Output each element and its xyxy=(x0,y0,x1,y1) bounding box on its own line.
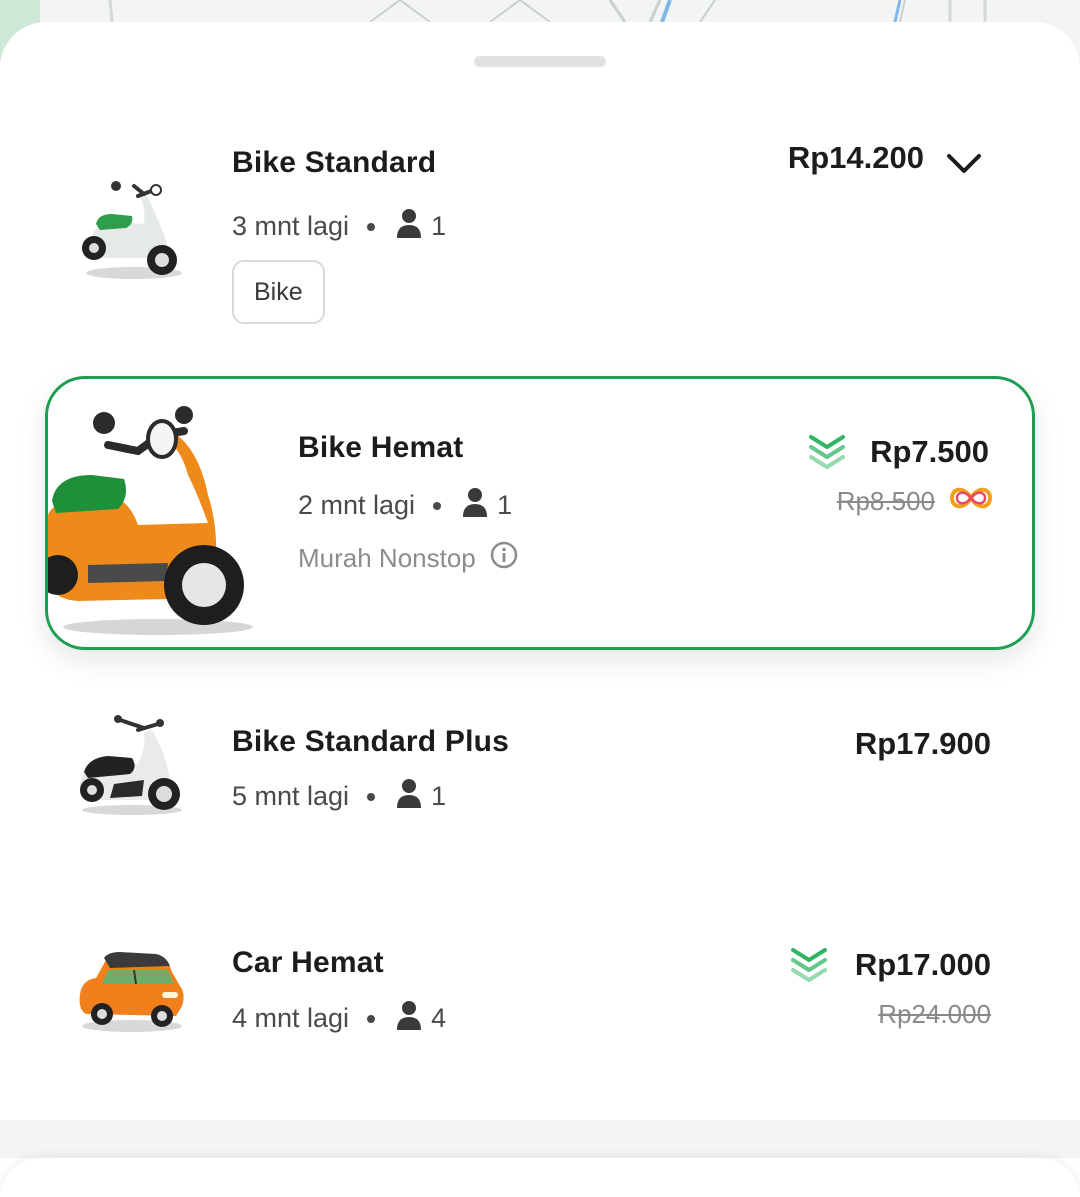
original-price: Rp8.500 xyxy=(836,486,935,516)
seat-count: 1 xyxy=(497,490,513,520)
person-icon xyxy=(397,1000,422,1037)
service-row-car-hemat[interactable]: Car Hemat 4 mnt lagi 4 Rp17.000 Rp24.000 xyxy=(0,920,1080,1090)
service-row-bike-standard[interactable]: Bike Standard 3 mnt lagi 1 Bike Rp14.200 xyxy=(0,120,1080,340)
promo-note-text: Murah Nonstop xyxy=(298,543,476,573)
service-row-bike-standard-plus[interactable]: Bike Standard Plus 5 mnt lagi 1 Rp17.900 xyxy=(0,700,1080,870)
service-meta: 3 mnt lagi 1 xyxy=(232,208,446,245)
service-meta: 5 mnt lagi 1 xyxy=(232,778,446,815)
person-icon xyxy=(397,778,422,815)
person-icon xyxy=(397,208,422,245)
service-price: Rp14.200 xyxy=(787,140,924,175)
bottom-action-panel xyxy=(0,1158,1080,1197)
maxi-scooter-icon xyxy=(74,714,189,823)
separator-dot xyxy=(367,222,376,231)
service-meta: 4 mnt lagi 4 xyxy=(232,1000,446,1037)
eta-text: 4 mnt lagi xyxy=(232,1003,350,1033)
service-meta: 2 mnt lagi 1 xyxy=(298,487,512,524)
eta-text: 3 mnt lagi xyxy=(232,211,350,241)
discount-chevrons-icon xyxy=(790,946,828,987)
subscription-loop-icon xyxy=(949,484,993,517)
discount-chevrons-icon xyxy=(808,433,846,474)
service-name: Car Hemat xyxy=(232,946,384,979)
service-name: Bike Standard Plus xyxy=(232,725,510,758)
separator-dot xyxy=(433,501,442,510)
separator-dot xyxy=(367,1014,376,1023)
service-price: Rp17.000 xyxy=(854,947,991,982)
chevron-down-icon[interactable] xyxy=(946,152,982,181)
seat-count: 1 xyxy=(431,211,447,241)
service-price: Rp17.900 xyxy=(854,726,991,761)
original-price: Rp24.000 xyxy=(878,999,991,1029)
service-name: Bike Standard xyxy=(232,146,437,179)
sheet-drag-handle[interactable] xyxy=(474,56,606,67)
seat-count: 1 xyxy=(431,781,447,811)
sheet-divider xyxy=(0,1120,1080,1158)
person-icon xyxy=(463,487,488,524)
scooter-orange-icon xyxy=(38,405,253,642)
eta-text: 2 mnt lagi xyxy=(298,490,416,520)
eta-text: 5 mnt lagi xyxy=(232,781,350,811)
separator-dot xyxy=(367,792,376,801)
vehicle-type-chip[interactable]: Bike xyxy=(232,260,325,324)
scooter-green-white-icon xyxy=(74,178,189,289)
seat-count: 4 xyxy=(431,1003,447,1033)
mini-car-orange-icon xyxy=(76,950,188,1039)
promo-note[interactable]: Murah Nonstop xyxy=(298,541,518,576)
service-row-bike-hemat-selected[interactable]: Bike Hemat 2 mnt lagi 1 Murah Nonstop Rp… xyxy=(38,376,1035,650)
service-price: Rp7.500 xyxy=(870,434,989,469)
service-name: Bike Hemat xyxy=(298,431,464,464)
info-icon[interactable] xyxy=(490,541,518,576)
